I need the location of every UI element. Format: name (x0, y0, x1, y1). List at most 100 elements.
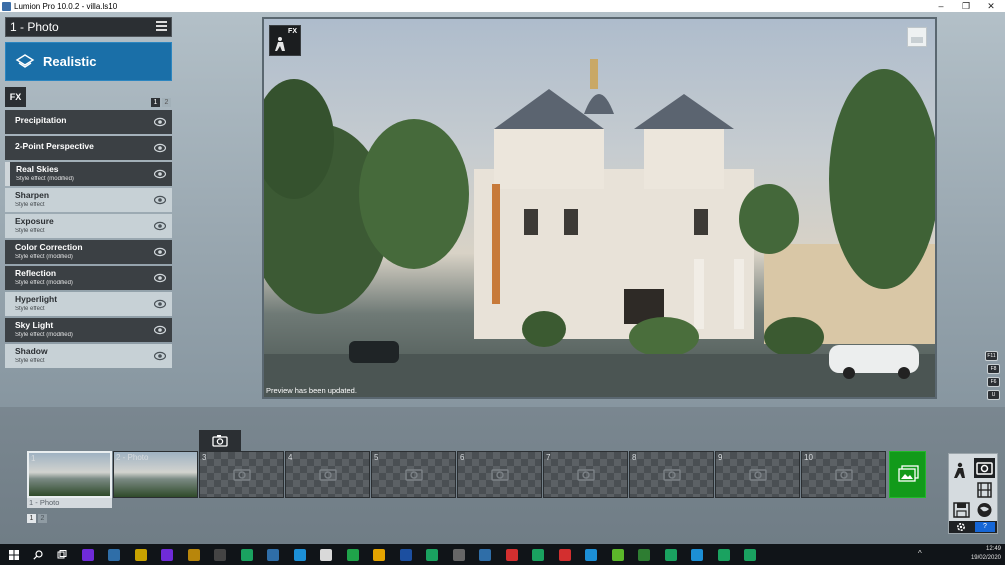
taskbar-app-icon[interactable] (532, 548, 544, 561)
fx-item-sharpen[interactable]: Sharpen Style effect (5, 188, 172, 212)
fx-item-real-skies[interactable]: Real Skies Style effect (modified) (5, 162, 172, 186)
taskbar-app-icon[interactable] (717, 548, 730, 561)
take-photo-tab[interactable] (199, 430, 241, 451)
hamburger-menu-icon[interactable] (156, 21, 167, 32)
taskbar-app-icon[interactable] (664, 548, 677, 561)
timeline-page-2[interactable]: 2 (38, 514, 47, 523)
panorama-mode-button[interactable] (974, 500, 995, 520)
fx-item-name: Precipitation (15, 115, 67, 125)
timeline-page-1[interactable]: 1 (27, 514, 36, 523)
fx-item-subtitle: Style effect (15, 202, 45, 208)
settings-gear-icon[interactable] (956, 522, 966, 532)
key-f11-button[interactable]: F11 (985, 351, 998, 361)
fx-effects-list: Precipitation 2-Point Perspective Real S… (5, 110, 172, 370)
eye-icon[interactable] (154, 117, 166, 127)
clock-date: 19/02/2020 (970, 555, 1001, 561)
windows-start-icon[interactable] (9, 549, 19, 560)
search-icon[interactable] (33, 549, 43, 560)
villa-render-image (264, 59, 935, 397)
close-button[interactable]: ✕ (978, 0, 1004, 12)
fx-item-exposure[interactable]: Exposure Style effect (5, 214, 172, 238)
taskbar-app-icon[interactable] (399, 548, 412, 561)
photo-slot-6[interactable]: 6 (457, 451, 542, 498)
eye-icon[interactable] (154, 221, 166, 231)
taskbar-app-icon[interactable] (558, 548, 571, 561)
eye-icon[interactable] (154, 351, 166, 361)
eye-icon[interactable] (154, 195, 166, 205)
eye-icon[interactable] (154, 325, 166, 335)
minimize-button[interactable]: – (928, 0, 954, 12)
taskbar-app-icon[interactable] (373, 548, 385, 561)
key-f8-button[interactable]: F8 (987, 364, 1000, 374)
fx-mode-badge[interactable]: FX (269, 25, 301, 56)
photo-mode-button[interactable] (974, 458, 995, 478)
eye-icon[interactable] (154, 273, 166, 283)
taskbar-app-icon[interactable] (293, 548, 306, 561)
system-clock[interactable]: 12:49 19/02/2020 (971, 545, 1001, 563)
eye-icon[interactable] (154, 169, 166, 179)
taskbar-app-icon[interactable] (346, 548, 359, 561)
render-viewport[interactable]: FX Preview has been updated. (262, 17, 937, 399)
selected-photo-caption: 1 - Photo (27, 498, 112, 508)
fx-page-2[interactable]: 2 (162, 98, 171, 107)
photo-slot-10[interactable]: 10 (801, 451, 886, 498)
key-f6-button[interactable]: F6 (987, 377, 1000, 387)
taskbar-app-icon[interactable] (585, 548, 597, 561)
movie-mode-button[interactable] (974, 480, 995, 500)
fx-item-hyperlight[interactable]: Hyperlight Style effect (5, 292, 172, 316)
photo-slot-2[interactable]: 2 - Photo (113, 451, 198, 498)
style-realistic-button[interactable]: Realistic (5, 42, 172, 81)
key-u-button[interactable]: U (987, 390, 1000, 400)
fx-page-1[interactable]: 1 (151, 98, 160, 107)
save-button[interactable] (951, 500, 972, 520)
camera-icon (491, 469, 509, 481)
viewport-toggle-button[interactable] (907, 27, 927, 47)
tray-expand-icon[interactable]: ^ (918, 549, 925, 558)
fx-tab[interactable]: FX (5, 87, 26, 107)
taskbar-app-icon[interactable] (691, 548, 703, 561)
taskbar-app-icon[interactable] (638, 548, 650, 561)
photo-slot-8[interactable]: 8 (629, 451, 714, 498)
photo-slot-5[interactable]: 5 (371, 451, 456, 498)
fx-item-sky-light[interactable]: Sky Light Style effect (modified) (5, 318, 172, 342)
fx-item-shadow[interactable]: Shadow Style effect (5, 344, 172, 368)
photo-slot-7[interactable]: 7 (543, 451, 628, 498)
eye-icon[interactable] (154, 299, 166, 309)
fx-item-subtitle: Style effect (modified) (16, 176, 74, 182)
task-view-icon[interactable] (57, 549, 67, 560)
taskbar-app-icon[interactable] (744, 548, 756, 561)
photo-slot-number: 4 (288, 453, 293, 462)
window-title: Lumion Pro 10.0.2 - villa.ls10 (14, 1, 118, 11)
taskbar-app-icon[interactable] (81, 548, 94, 561)
taskbar-app-icon[interactable] (240, 548, 253, 561)
photo-slot-4[interactable]: 4 (285, 451, 370, 498)
photo-slot-9[interactable]: 9 (715, 451, 800, 498)
fx-item-subtitle: Style effect (modified) (15, 280, 73, 286)
photo-slot-1[interactable]: 1 (27, 451, 112, 498)
eye-icon[interactable] (154, 247, 166, 257)
taskbar-app-icon[interactable] (161, 548, 173, 561)
maximize-button[interactable]: ❐ (953, 0, 979, 12)
film-strip-icon (977, 482, 992, 498)
render-gallery-button[interactable] (889, 451, 926, 498)
taskbar-app-icon[interactable] (108, 548, 120, 561)
fx-item-reflection[interactable]: Reflection Style effect (modified) (5, 266, 172, 290)
help-button[interactable]: ? (975, 522, 995, 532)
photo-mode-tool[interactable] (951, 461, 972, 481)
taskbar-app-icon[interactable] (320, 548, 332, 561)
taskbar-app-icon[interactable] (214, 548, 226, 561)
photo-mode-selector[interactable]: 1 - Photo (5, 17, 172, 37)
photo-slot-3[interactable]: 3 (199, 451, 284, 498)
taskbar-app-icon[interactable] (187, 548, 200, 561)
fx-item-2-point-perspective[interactable]: 2-Point Perspective (5, 136, 172, 160)
taskbar-app-icon[interactable] (426, 548, 438, 561)
taskbar-app-icon[interactable] (134, 548, 147, 561)
taskbar-app-icon[interactable] (505, 548, 518, 561)
eye-icon[interactable] (154, 143, 166, 153)
taskbar-app-icon[interactable] (479, 548, 491, 561)
fx-item-precipitation[interactable]: Precipitation (5, 110, 172, 134)
taskbar-app-icon[interactable] (452, 548, 465, 561)
taskbar-app-icon[interactable] (267, 548, 279, 561)
fx-item-color-correction[interactable]: Color Correction Style effect (modified) (5, 240, 172, 264)
taskbar-app-icon[interactable] (611, 548, 624, 561)
